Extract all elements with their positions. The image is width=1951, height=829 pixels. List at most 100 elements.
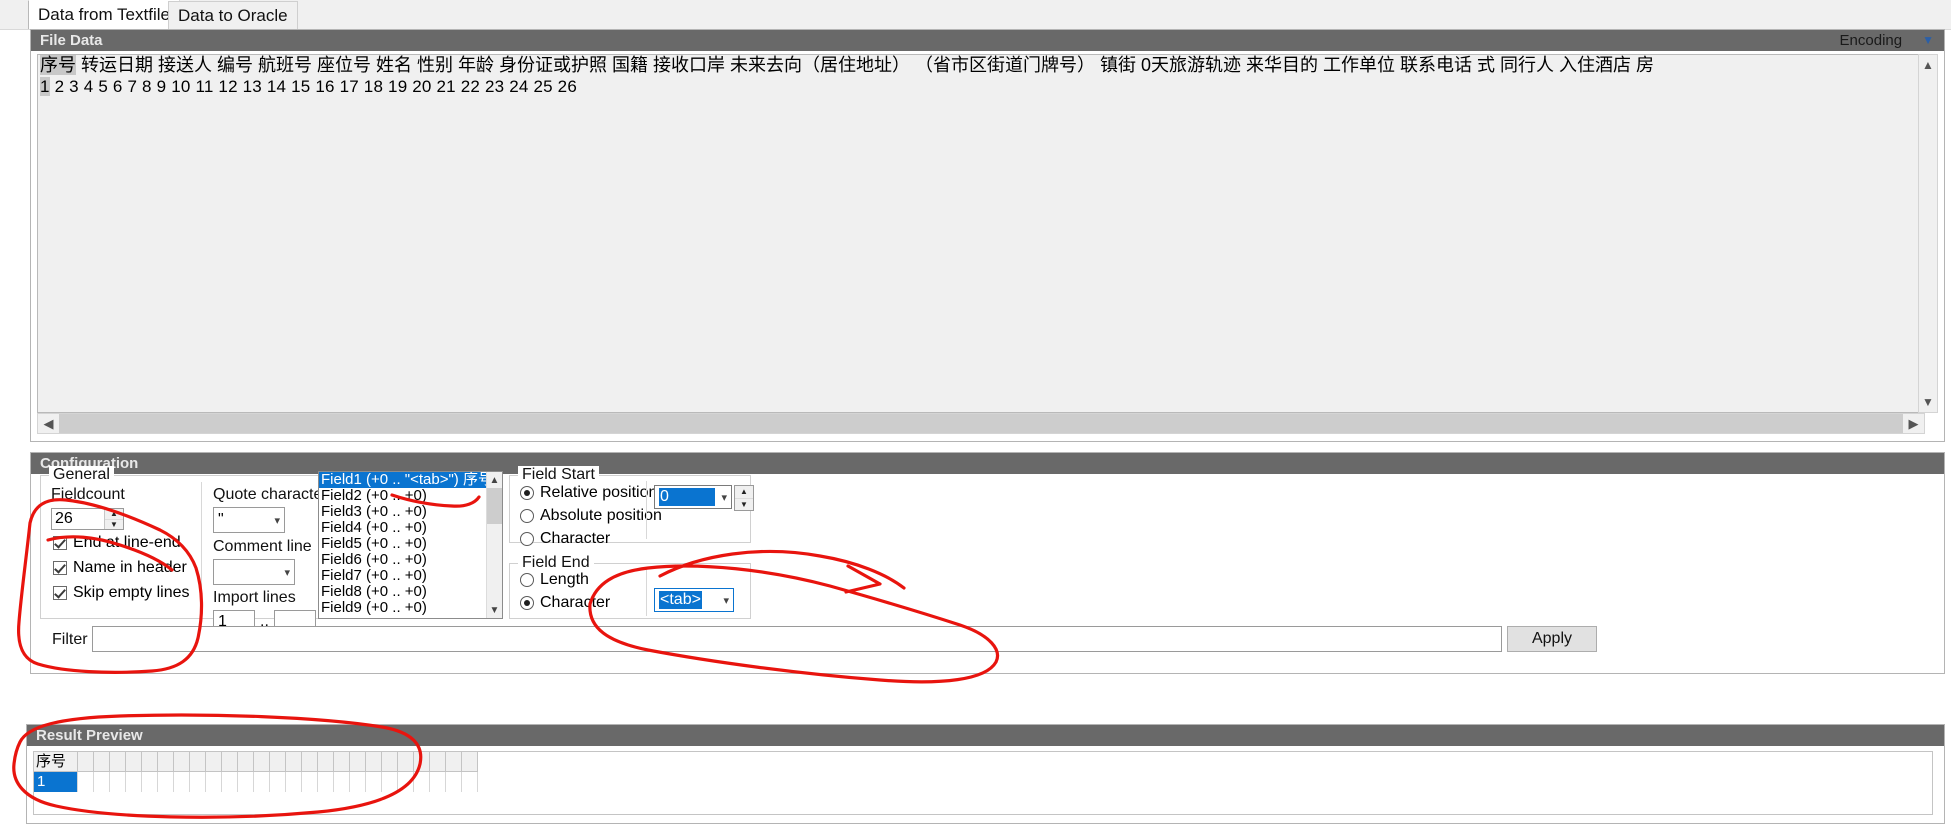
grid-cell[interactable] [270,772,286,792]
quote-character-combo[interactable]: " ▾ [213,507,285,533]
radio-absolute-position[interactable]: Absolute position [520,507,662,525]
field-list-scroll-track[interactable] [487,524,502,602]
grid-cell[interactable] [78,772,94,792]
field-list-item[interactable]: Field3 (+0 .. +0) [319,504,486,520]
scroll-up-icon[interactable]: ▲ [487,472,502,488]
field-start-value-combo[interactable]: 0 ▾ [654,485,732,509]
grid-header-cell[interactable] [446,752,462,772]
scroll-left-icon[interactable]: ◀ [38,414,59,433]
grid-cell[interactable] [158,772,174,792]
grid-cell[interactable] [430,772,446,792]
checkbox-end-at-line-end[interactable]: End at line-end [53,534,190,552]
field-start-stepper-buttons[interactable]: ▲ ▼ [734,485,754,511]
field-list-item[interactable]: Field4 (+0 .. +0) [319,520,486,536]
grid-cell[interactable] [222,772,238,792]
grid-header-cell[interactable] [302,752,318,772]
field-list[interactable]: Field1 (+0 .. "<tab>") 序号转 Field2 (+0 ..… [318,471,503,619]
grid-header-cell[interactable] [238,752,254,772]
field-list-item[interactable]: Field2 (+0 .. +0) [319,488,486,504]
field-list-item[interactable]: Field9 (+0 .. +0) [319,600,486,616]
fieldcount-stepper-buttons[interactable]: ▲ ▼ [104,509,123,529]
radio-character-end[interactable]: Character [520,594,610,612]
file-data-horizontal-scrollbar[interactable]: ◀ ▶ [37,413,1925,434]
stepper-down-icon[interactable]: ▼ [105,520,123,530]
radio-length[interactable]: Length [520,571,610,589]
grid-header-cell[interactable] [158,752,174,772]
radio-relative-position[interactable]: Relative position [520,484,662,502]
stepper-down-icon[interactable]: ▼ [735,499,753,511]
tab-data-from-textfile[interactable]: Data from Textfile [28,0,180,29]
file-data-text-area[interactable]: 序号 转运日期 接送人 编号 航班号 座位号 姓名 性别 年龄 身份证或护照 国… [37,54,1925,413]
result-preview-grid[interactable]: 序号 1 [33,751,1933,815]
grid-cell[interactable] [462,772,478,792]
grid-header-cell[interactable] [126,752,142,772]
grid-header-cell[interactable] [398,752,414,772]
grid-header-cell[interactable] [206,752,222,772]
grid-header-cell[interactable] [350,752,366,772]
scroll-up-icon[interactable]: ▲ [1919,55,1937,75]
grid-cell[interactable] [142,772,158,792]
radio-icon[interactable] [520,532,534,546]
grid-header-cell[interactable] [366,752,382,772]
file-data-vertical-scrollbar[interactable]: ▲ ▼ [1918,54,1938,413]
grid-header-cell[interactable] [286,752,302,772]
fieldcount-stepper[interactable]: ▲ ▼ [51,508,124,530]
checkbox-icon[interactable] [53,561,67,575]
grid-cell[interactable] [334,772,350,792]
apply-button[interactable]: Apply [1507,626,1597,652]
grid-cell[interactable] [318,772,334,792]
scroll-down-icon[interactable]: ▼ [1919,392,1937,412]
stepper-up-icon[interactable]: ▲ [735,486,753,499]
grid-header-cell[interactable] [414,752,430,772]
grid-cell[interactable] [366,772,382,792]
radio-icon[interactable] [520,509,534,523]
radio-icon[interactable] [520,596,534,610]
grid-cell[interactable] [254,772,270,792]
grid-header-cell[interactable] [110,752,126,772]
grid-cell[interactable] [110,772,126,792]
radio-icon[interactable] [520,573,534,587]
grid-cell[interactable] [446,772,462,792]
grid-header-cell[interactable] [94,752,110,772]
field-list-item[interactable]: Field1 (+0 .. "<tab>") 序号转 [319,472,502,488]
grid-cell[interactable] [398,772,414,792]
field-start-stepper[interactable]: ▲ ▼ [734,485,754,511]
grid-header-cell[interactable]: 序号 [34,752,78,772]
scroll-right-icon[interactable]: ▶ [1903,414,1924,433]
checkbox-icon[interactable] [53,536,67,550]
checkbox-skip-empty-lines[interactable]: Skip empty lines [53,584,190,602]
grid-cell[interactable] [94,772,110,792]
radio-character-start[interactable]: Character [520,530,662,548]
grid-cell[interactable] [382,772,398,792]
grid-cell[interactable] [126,772,142,792]
grid-cell[interactable] [414,772,430,792]
grid-header-cell[interactable] [318,752,334,772]
grid-cell[interactable] [238,772,254,792]
encoding-dropdown[interactable]: Encoding ▼ [1840,30,1934,51]
field-end-value-combo[interactable]: <tab> ▾ [654,588,734,612]
grid-header-cell[interactable] [430,752,446,772]
grid-cell[interactable] [174,772,190,792]
grid-cell[interactable] [350,772,366,792]
grid-cell[interactable] [190,772,206,792]
checkbox-icon[interactable] [53,586,67,600]
grid-header-cell[interactable] [142,752,158,772]
scroll-down-icon[interactable]: ▼ [487,602,502,618]
horizontal-scroll-thumb[interactable] [59,414,1903,433]
grid-header-cell[interactable] [254,752,270,772]
grid-header-cell[interactable] [190,752,206,772]
grid-header-cell[interactable] [334,752,350,772]
fieldcount-input[interactable] [52,509,104,529]
grid-header-cell[interactable] [222,752,238,772]
radio-icon[interactable] [520,486,534,500]
field-list-item[interactable]: Field5 (+0 .. +0) [319,536,486,552]
grid-cell[interactable] [286,772,302,792]
grid-header-cell[interactable] [78,752,94,772]
result-preview-data-row[interactable]: 1 [34,772,1932,792]
filter-input[interactable] [92,626,1502,652]
grid-cell[interactable]: 1 [34,772,78,792]
grid-header-cell[interactable] [382,752,398,772]
field-list-scroll-thumb[interactable] [487,488,502,524]
stepper-up-icon[interactable]: ▲ [105,509,123,520]
grid-cell[interactable] [206,772,222,792]
